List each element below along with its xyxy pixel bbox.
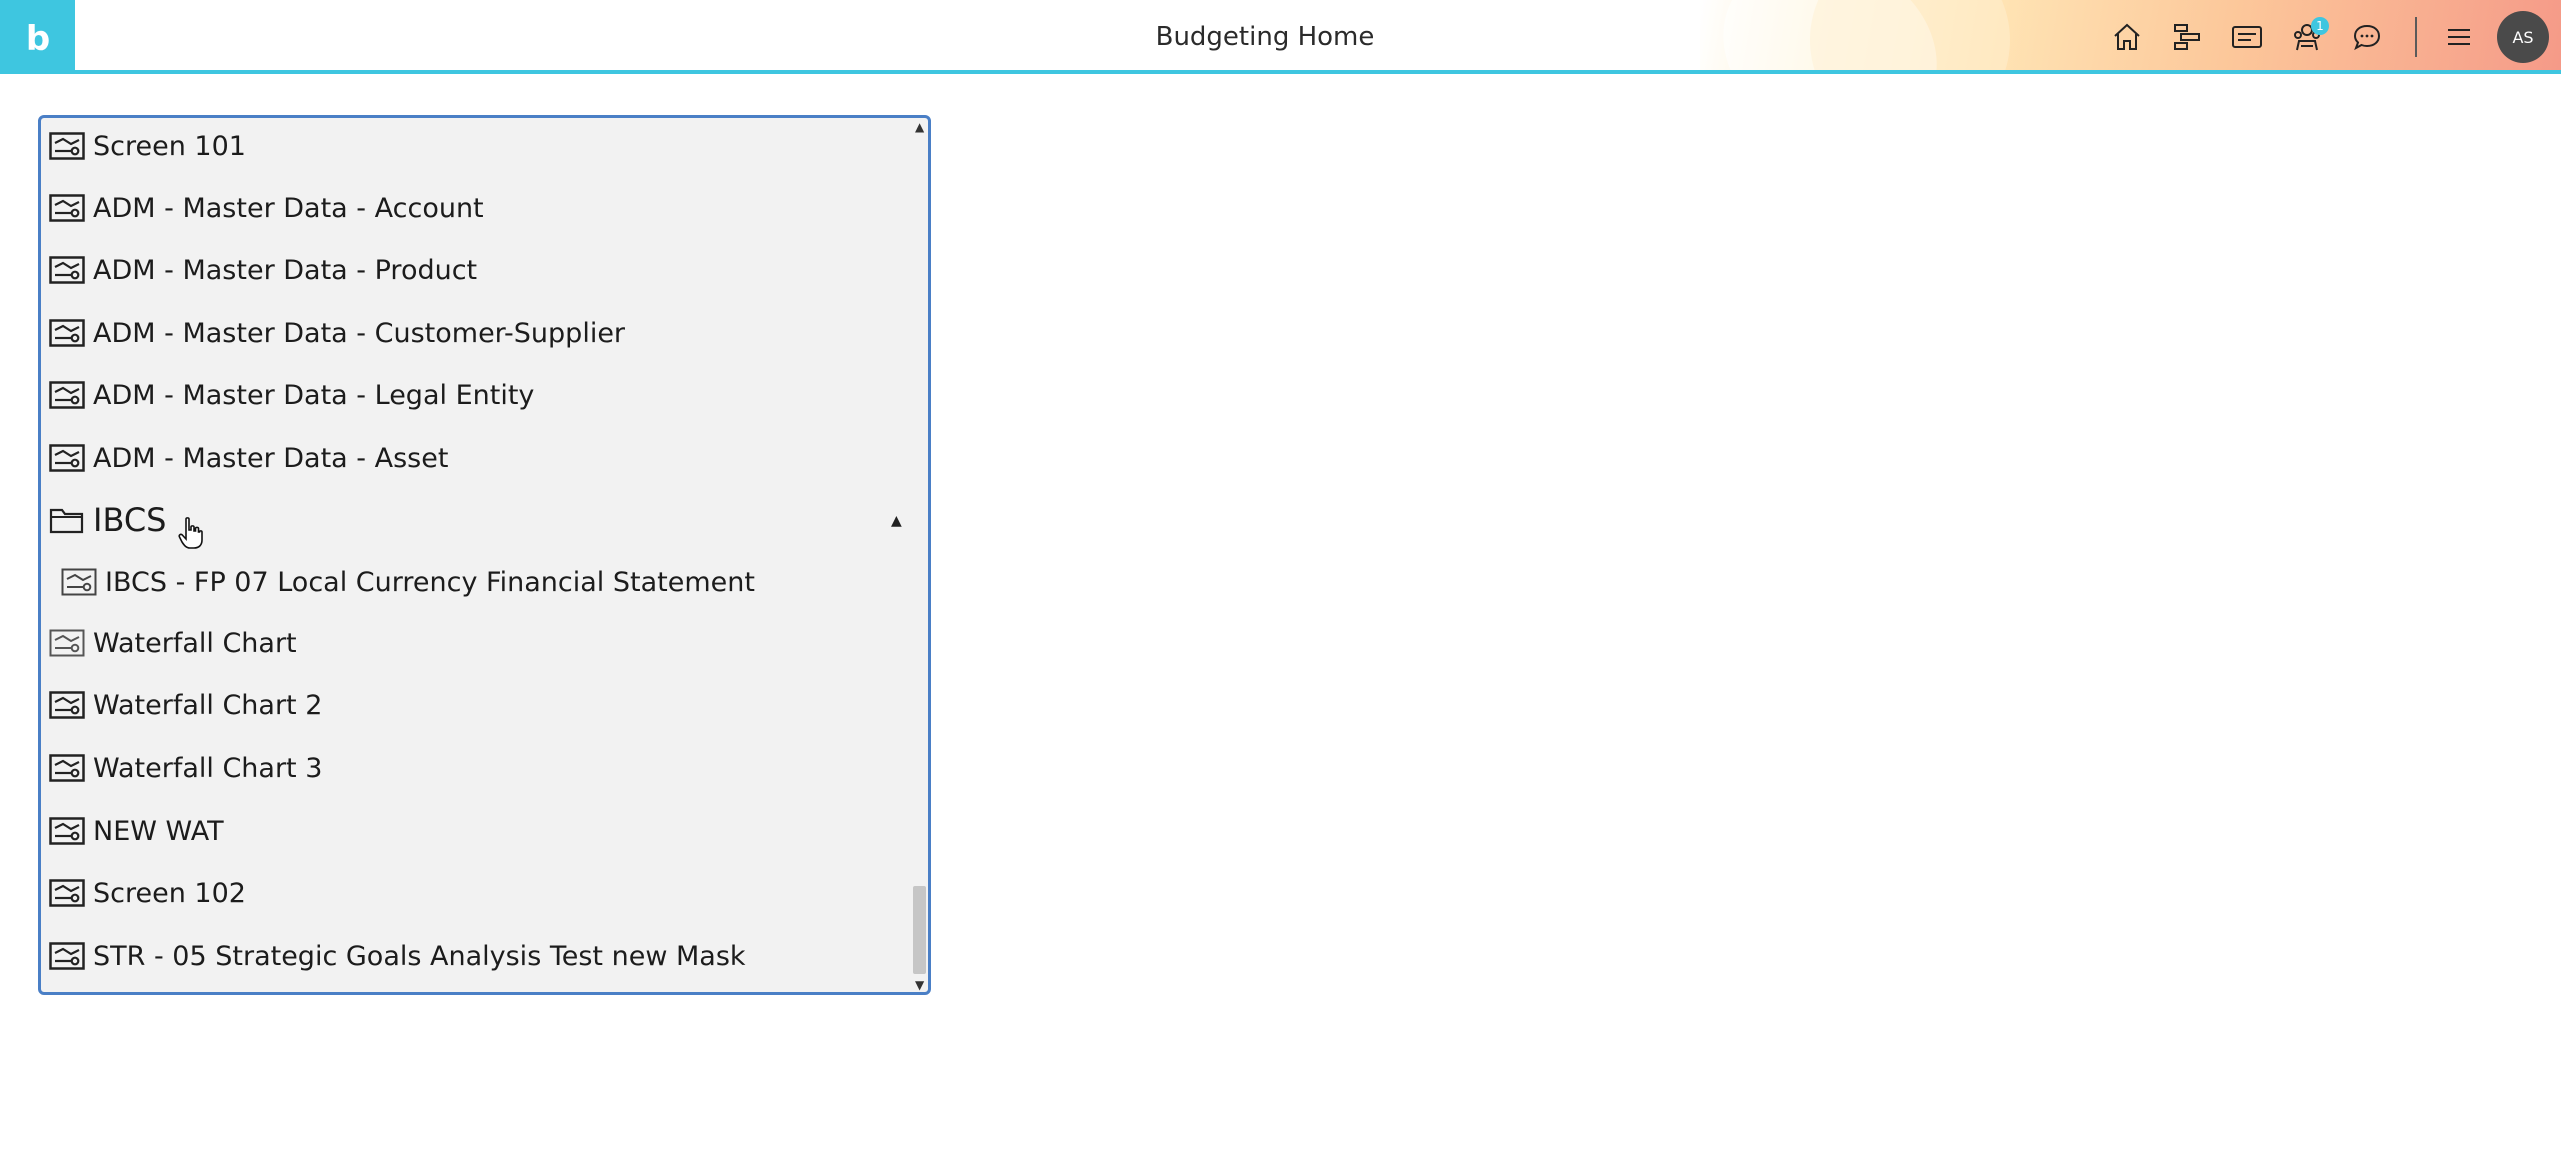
chat-icon [2353,24,2381,51]
list-item[interactable]: Screen 101 [49,121,246,171]
header-wave [1810,0,2010,70]
item-label: IBCS - FP 07 Local Currency Financial St… [105,566,755,598]
header-divider [2415,17,2417,57]
logo-icon: b [25,19,49,57]
item-label: Waterfall Chart [93,627,297,659]
card-button[interactable] [2225,15,2269,59]
list-item[interactable]: ADM - Master Data - Product [49,245,477,295]
collapse-arrow-icon[interactable]: ▲ [891,513,902,529]
screen-icon [49,194,85,222]
screen-icon [49,817,85,845]
scrollbar-thumb[interactable] [913,886,926,974]
item-label: ADM - Master Data - Product [93,254,478,286]
list-item[interactable]: NEW WAT [49,806,224,856]
screen-icon [49,132,85,160]
list-item[interactable]: IBCS - FP 07 Local Currency Financial St… [61,557,755,607]
item-label: ADM - Master Data - Customer-Supplier [93,317,626,349]
app-logo[interactable]: b [0,0,75,70]
list-item[interactable]: STR - 05 Strategic Goals Analysis Test n… [49,931,746,981]
tree-folder-ibcs[interactable]: IBCS [49,495,166,545]
screen-tree-dropdown[interactable]: ▲ Screen 101 ADM - Master Data - Account… [38,115,931,995]
item-label: Screen 102 [93,877,246,909]
app-header: b Budgeting Home 1 AS [0,0,2561,74]
folder-label: IBCS [93,501,167,539]
scroll-up-arrow[interactable]: ▲ [915,120,924,134]
screen-icon [61,568,97,596]
item-label: Screen 101 [93,130,246,162]
screen-icon [49,629,85,657]
list-item[interactable]: ADM - Master Data - Legal Entity [49,370,534,420]
screen-icon [49,942,85,970]
list-item[interactable]: ADM - Master Data - Account [49,183,484,233]
screen-icon [49,319,85,347]
home-icon [2114,23,2140,50]
folder-icon [49,508,84,534]
logo-letter: b [25,19,49,57]
user-avatar[interactable]: AS [2497,11,2549,63]
menu-icon [2448,29,2470,45]
notification-badge: 1 [2311,17,2329,35]
screen-icon [49,691,85,719]
item-label: ADM - Master Data - Asset [93,442,449,474]
menu-button[interactable] [2437,15,2481,59]
hierarchy-button[interactable] [2165,15,2209,59]
card-icon [2232,26,2262,48]
item-label: STR - 05 Strategic Goals Analysis Test n… [93,940,746,972]
hierarchy-icon [2174,24,2200,50]
mouse-cursor [178,516,204,554]
screen-icon [49,444,85,472]
screen-icon [49,381,85,409]
list-item[interactable]: Waterfall Chart [49,618,297,668]
hand-cursor-icon [178,517,203,549]
header-toolbar: 1 AS [2105,0,2561,70]
scroll-down-arrow[interactable]: ▼ [915,978,924,992]
home-button[interactable] [2105,15,2149,59]
list-item[interactable]: Waterfall Chart 2 [49,680,322,730]
screen-icon [49,879,85,907]
item-label: Waterfall Chart 3 [93,752,323,784]
item-label: ADM - Master Data - Legal Entity [93,379,535,411]
item-label: ADM - Master Data - Account [93,192,484,224]
list-item[interactable]: Waterfall Chart 3 [49,743,322,793]
item-label: Waterfall Chart 2 [93,689,323,721]
list-item[interactable]: ADM - Master Data - Customer-Supplier [49,308,625,358]
list-item[interactable]: Screen 102 [49,868,246,918]
item-label: NEW WAT [93,815,224,847]
screen-icon [49,754,85,782]
list-item[interactable]: ADM - Master Data - Asset [49,433,448,483]
chat-button[interactable] [2345,15,2389,59]
team-button[interactable]: 1 [2285,15,2329,59]
screen-icon [49,256,85,284]
